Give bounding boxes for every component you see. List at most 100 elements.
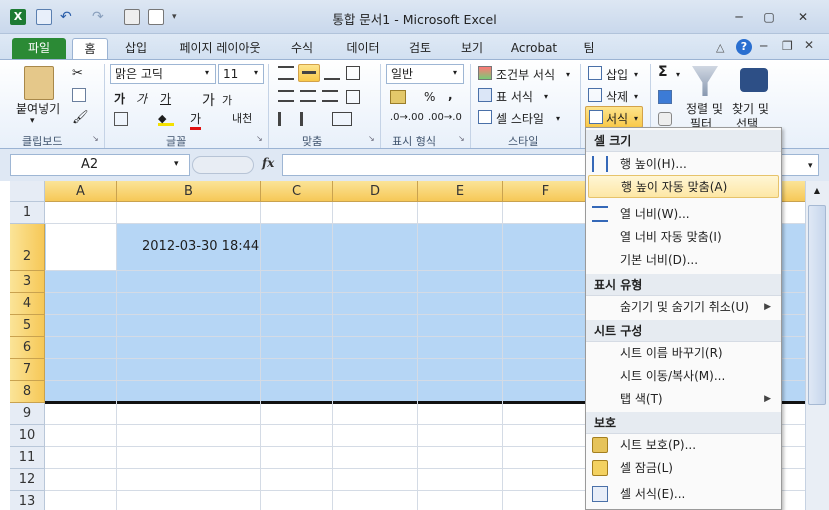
close-button[interactable]: ✕ xyxy=(790,8,816,26)
formula-bar-resize-handle[interactable] xyxy=(192,156,254,174)
increase-decimal-icon[interactable]: .0→.00 xyxy=(390,112,424,123)
underline-button[interactable]: 가 xyxy=(160,90,171,107)
table-format-dropdown-icon[interactable]: ▾ xyxy=(544,92,548,101)
row-header-11[interactable]: 11 xyxy=(10,447,45,469)
col-header-f[interactable]: F xyxy=(503,181,589,202)
active-cell-a2[interactable] xyxy=(46,224,116,270)
wrap-text-icon[interactable] xyxy=(346,90,360,104)
tab-formulas[interactable]: 수식 xyxy=(282,38,322,59)
insert-cells-button[interactable]: 삽입 xyxy=(606,66,628,83)
collapse-ribbon-icon[interactable]: △ xyxy=(716,41,724,54)
italic-button[interactable]: 가 xyxy=(136,90,147,107)
comma-button[interactable]: , xyxy=(448,88,453,102)
col-header-d[interactable]: D xyxy=(333,181,418,202)
insert-function-icon[interactable]: fx xyxy=(262,156,274,170)
align-left-icon[interactable] xyxy=(278,90,294,102)
col-header-e[interactable]: E xyxy=(418,181,503,202)
orientation-icon[interactable] xyxy=(346,66,360,80)
grow-font-button[interactable]: 가 xyxy=(202,90,215,110)
row-header-6[interactable]: 6 xyxy=(10,337,45,359)
menu-item-tab-color[interactable]: 탭 색(T) ▶ xyxy=(586,388,781,411)
paste-dropdown-icon[interactable]: ▾ xyxy=(30,116,35,126)
cell-b2[interactable]: 2012-03-30 18:44 xyxy=(142,239,259,254)
menu-item-protect-sheet[interactable]: 시트 보호(P)... xyxy=(586,434,781,457)
alignment-launcher-icon[interactable]: ↘ xyxy=(368,134,375,143)
select-all-corner[interactable] xyxy=(10,181,45,202)
menu-item-autofit-column-width[interactable]: 열 너비 자동 맞춤(I) xyxy=(586,226,781,249)
paste-button[interactable]: 붙여넣기 xyxy=(16,100,60,117)
menu-item-move-copy-sheet[interactable]: 시트 이동/복사(M)... xyxy=(586,365,781,388)
sort-filter-icon[interactable] xyxy=(692,66,718,96)
minimize-button[interactable]: ─ xyxy=(726,8,752,26)
currency-icon[interactable] xyxy=(390,90,406,104)
merge-center-icon[interactable] xyxy=(332,112,352,126)
delete-cells-button[interactable]: 삭제 xyxy=(606,88,628,105)
row-header-8[interactable]: 8 xyxy=(10,381,45,403)
decrease-indent-icon[interactable] xyxy=(278,112,294,126)
autosum-dropdown-icon[interactable]: ▾ xyxy=(676,70,680,79)
cut-icon[interactable]: ✂ xyxy=(72,66,83,81)
align-bottom-icon[interactable] xyxy=(324,66,340,80)
fill-icon[interactable] xyxy=(658,90,672,104)
menu-item-default-width[interactable]: 기본 너비(D)... xyxy=(586,249,781,272)
scroll-thumb[interactable] xyxy=(808,205,826,405)
tab-data[interactable]: 데이터 xyxy=(336,38,390,59)
tab-review[interactable]: 검토 xyxy=(400,38,440,59)
font-name-select[interactable]: 맑은 고딕 xyxy=(110,64,216,84)
col-header-b[interactable]: B xyxy=(117,181,261,202)
row-header-3[interactable]: 3 xyxy=(10,271,45,293)
row-header-12[interactable]: 12 xyxy=(10,469,45,491)
shrink-font-button[interactable]: 가 xyxy=(222,92,232,108)
doc-close-icon[interactable]: ✕ xyxy=(804,38,814,52)
format-painter-icon[interactable]: 🖌 xyxy=(72,110,89,125)
menu-item-hide-unhide[interactable]: 숨기기 및 숨기기 취소(U) ▶ xyxy=(586,296,781,319)
find-select-icon[interactable] xyxy=(740,68,768,92)
expand-formula-icon[interactable]: ▾ xyxy=(808,161,813,171)
cell-style-button[interactable]: 셀 스타일 xyxy=(496,110,544,127)
cell-style-icon[interactable] xyxy=(478,110,492,124)
col-header-a[interactable]: A xyxy=(45,181,117,202)
bold-button[interactable]: 가 xyxy=(114,90,125,107)
help-icon[interactable]: ? xyxy=(736,39,752,55)
phonetic-button[interactable]: 내천 xyxy=(232,110,252,126)
menu-item-autofit-row-height[interactable]: 행 높이 자동 맞춤(A) xyxy=(588,175,779,198)
tab-team[interactable]: 팀 xyxy=(574,38,604,59)
doc-minimize-icon[interactable]: ─ xyxy=(760,39,767,53)
row-header-2[interactable]: 2 xyxy=(10,224,45,271)
delete-dropdown-icon[interactable]: ▾ xyxy=(634,92,638,101)
clipboard-launcher-icon[interactable]: ↘ xyxy=(92,134,99,143)
decrease-decimal-icon[interactable]: .00→.0 xyxy=(428,112,462,123)
increase-indent-icon[interactable] xyxy=(300,112,316,126)
row-header-9[interactable]: 9 xyxy=(10,403,45,425)
number-launcher-icon[interactable]: ↘ xyxy=(458,134,465,143)
scroll-up-icon[interactable]: ▲ xyxy=(808,183,826,199)
copy-icon[interactable] xyxy=(72,88,86,102)
name-box-dropdown-icon[interactable]: ▾ xyxy=(174,159,179,169)
tab-file[interactable]: 파일 xyxy=(12,38,66,59)
tab-acrobat[interactable]: Acrobat xyxy=(504,38,564,59)
insert-cells-icon[interactable] xyxy=(588,66,602,80)
insert-dropdown-icon[interactable]: ▾ xyxy=(634,70,638,79)
maximize-button[interactable]: ▢ xyxy=(756,8,782,26)
font-color-button[interactable]: 가 xyxy=(190,110,202,130)
font-size-dropdown-icon[interactable]: ▾ xyxy=(254,68,258,77)
number-format-dropdown-icon[interactable]: ▾ xyxy=(453,68,457,77)
row-header-1[interactable]: 1 xyxy=(10,202,45,224)
percent-button[interactable]: % xyxy=(424,90,435,104)
delete-cells-icon[interactable] xyxy=(588,88,602,102)
cell-style-dropdown-icon[interactable]: ▾ xyxy=(556,114,560,123)
name-box[interactable]: A2 xyxy=(10,154,190,176)
font-launcher-icon[interactable]: ↘ xyxy=(256,134,263,143)
autosum-button[interactable]: Σ xyxy=(658,64,668,80)
menu-item-column-width[interactable]: 열 너비(W)... xyxy=(586,203,781,226)
menu-item-lock-cell[interactable]: 셀 잠금(L) xyxy=(586,457,781,480)
tab-view[interactable]: 보기 xyxy=(452,38,492,59)
fill-color-icon[interactable]: ◆ xyxy=(158,112,174,126)
conditional-format-dropdown-icon[interactable]: ▾ xyxy=(566,70,570,79)
doc-restore-icon[interactable]: ❐ xyxy=(782,39,793,53)
tab-page-layout[interactable]: 페이지 레이아웃 xyxy=(168,38,272,59)
conditional-format-button[interactable]: 조건부 서식 xyxy=(496,66,555,83)
row-header-4[interactable]: 4 xyxy=(10,293,45,315)
clear-icon[interactable] xyxy=(658,112,672,126)
menu-item-format-cells[interactable]: 셀 서식(E)... xyxy=(586,483,781,506)
